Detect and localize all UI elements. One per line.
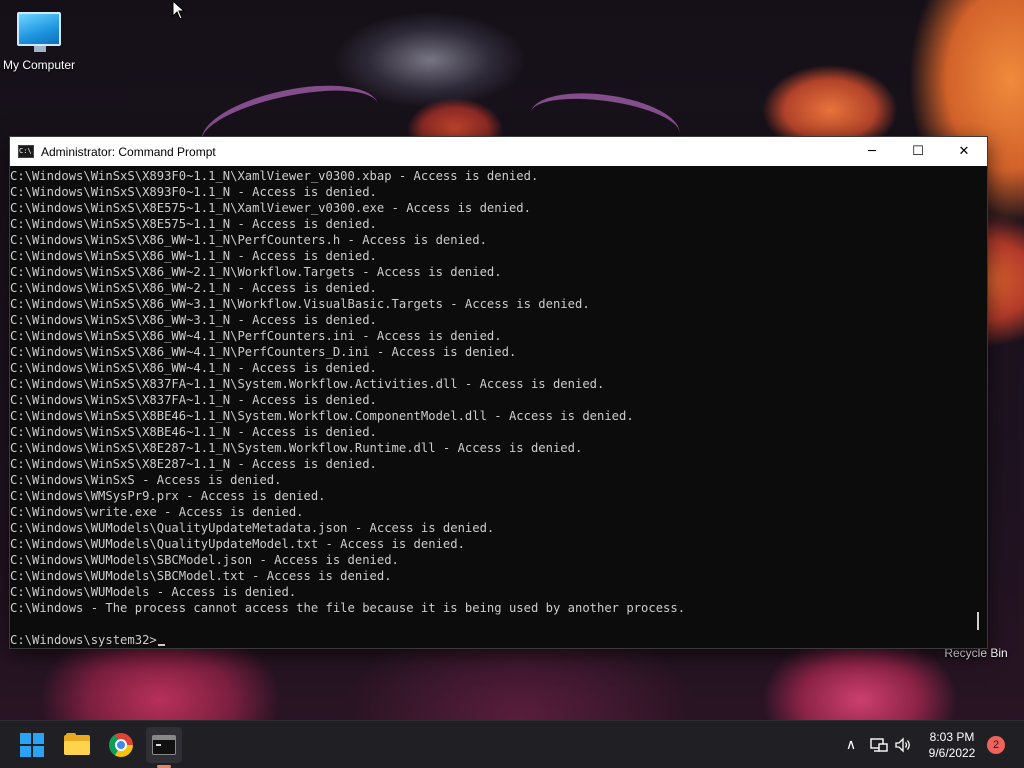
maximize-button[interactable]: ☐	[895, 137, 941, 166]
cmd-app-icon: C:\	[18, 145, 34, 158]
window-controls: ─ ☐ ✕	[849, 137, 987, 166]
console-line: C:\Windows\WinSxS\X86_WW~4.1_N\PerfCount…	[10, 329, 502, 343]
my-computer-label: My Computer	[2, 58, 76, 72]
console-line: C:\Windows\WinSxS\X86_WW~3.1_N - Access …	[10, 313, 377, 327]
console-line: C:\Windows\WinSxS\X893F0~1.1_N\XamlViewe…	[10, 169, 539, 183]
command-prompt-window[interactable]: C:\ Administrator: Command Prompt ─ ☐ ✕ …	[9, 136, 988, 649]
file-explorer-button[interactable]	[59, 727, 95, 763]
console-line: C:\Windows\WinSxS\X86_WW~2.1_N - Access …	[10, 281, 377, 295]
console-line: C:\Windows\WinSxS\X8BE46~1.1_N\System.Wo…	[10, 409, 634, 423]
close-button[interactable]: ✕	[941, 137, 987, 166]
console-line: C:\Windows\WinSxS\X86_WW~1.1_N\PerfCount…	[10, 233, 487, 247]
volume-icon[interactable]	[893, 735, 913, 755]
console-line: C:\Windows\WUModels - Access is denied.	[10, 585, 297, 599]
minimize-button[interactable]: ─	[849, 137, 895, 166]
monitor-icon	[17, 12, 61, 52]
console-line: C:\Windows\WUModels\SBCModel.txt - Acces…	[10, 569, 392, 583]
console-line: C:\Windows - The process cannot access t…	[10, 601, 686, 615]
console-line: C:\Windows\WinSxS\X86_WW~1.1_N - Access …	[10, 249, 377, 263]
console-line: C:\Windows\WinSxS\X893F0~1.1_N - Access …	[10, 185, 377, 199]
console-line: C:\Windows\WinSxS\X86_WW~4.1_N - Access …	[10, 361, 377, 375]
chrome-button[interactable]	[103, 727, 139, 763]
text-cursor	[157, 644, 165, 646]
window-titlebar[interactable]: C:\ Administrator: Command Prompt ─ ☐ ✕	[10, 137, 987, 166]
taskbar: ∧ 8:03 PM 9/6/2022	[0, 720, 1024, 768]
console-line: C:\Windows\WUModels\QualityUpdateMetadat…	[10, 521, 495, 535]
terminal-icon	[152, 735, 176, 755]
console-line: C:\Windows\write.exe - Access is denied.	[10, 505, 304, 519]
windows-logo-icon	[20, 733, 44, 757]
network-icon[interactable]	[869, 735, 889, 755]
console-line: C:\Windows\WinSxS\X86_WW~2.1_N\Workflow.…	[10, 265, 502, 279]
command-prompt-taskbar-button[interactable]	[146, 727, 182, 763]
console-line: C:\Windows\WinSxS\X8BE46~1.1_N - Access …	[10, 425, 377, 439]
console-line: C:\Windows\WUModels\SBCModel.json - Acce…	[10, 553, 399, 567]
mouse-pointer-icon	[172, 0, 186, 20]
command-prompt-line[interactable]: C:\Windows\system32>	[10, 632, 987, 648]
scrollbar-thumb[interactable]	[977, 612, 979, 630]
show-hidden-icons-chevron-icon[interactable]: ∧	[841, 735, 861, 755]
console-line: C:\Windows\WinSxS\X86_WW~3.1_N\Workflow.…	[10, 297, 590, 311]
taskbar-clock[interactable]: 8:03 PM 9/6/2022	[912, 729, 992, 761]
console-line: C:\Windows\WinSxS\X837FA~1.1_N\System.Wo…	[10, 377, 605, 391]
console-line: C:\Windows\WMSysPr9.prx - Access is deni…	[10, 489, 326, 503]
console-line: C:\Windows\WinSxS\X86_WW~4.1_N\PerfCount…	[10, 345, 517, 359]
console-line: C:\Windows\WinSxS\X8E287~1.1_N\System.Wo…	[10, 441, 583, 455]
console-line: C:\Windows\WinSxS\X837FA~1.1_N - Access …	[10, 393, 377, 407]
clock-date: 9/6/2022	[928, 746, 976, 760]
clock-time: 8:03 PM	[929, 730, 975, 744]
chrome-icon	[109, 733, 133, 757]
console-line: C:\Windows\WinSxS\X8E287~1.1_N - Access …	[10, 457, 377, 471]
my-computer-shortcut[interactable]: My Computer	[0, 8, 78, 72]
folder-icon	[64, 733, 90, 755]
start-button[interactable]	[14, 727, 50, 763]
console-line: C:\Windows\WinSxS - Access is denied.	[10, 473, 282, 487]
window-title: Administrator: Command Prompt	[41, 144, 216, 159]
notification-badge[interactable]: 2	[987, 736, 1005, 754]
prompt-text: C:\Windows\system32>	[10, 633, 157, 647]
console-line: C:\Windows\WinSxS\X8E575~1.1_N - Access …	[10, 217, 377, 231]
console-line: C:\Windows\WinSxS\X8E575~1.1_N\XamlViewe…	[10, 201, 531, 215]
console-line: C:\Windows\WUModels\QualityUpdateModel.t…	[10, 537, 465, 551]
console-output[interactable]: C:\Windows\WinSxS\X893F0~1.1_N\XamlViewe…	[10, 167, 987, 648]
